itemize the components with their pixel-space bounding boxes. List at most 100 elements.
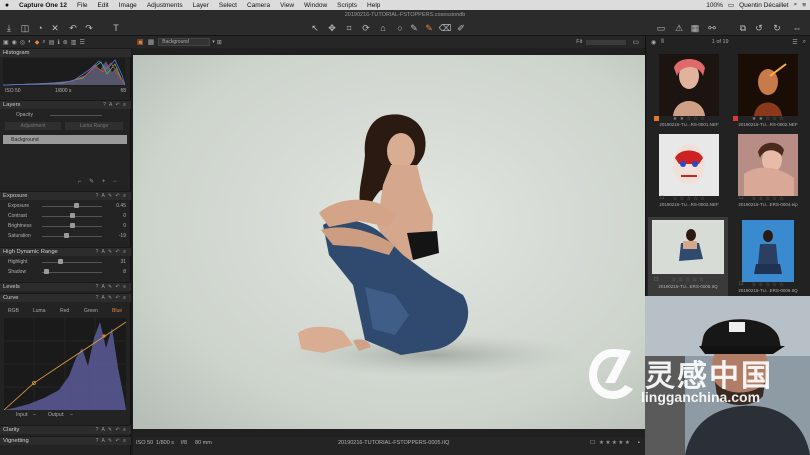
thumbnail-cell-selected[interactable]: ☐ ☆ ☆ ☆ ☆ ☆ 20190216-TU...ERS-0005.IIQ (648, 217, 728, 299)
undo-icon[interactable]: ↶ (68, 22, 78, 34)
rotate-left-icon[interactable]: ↺ (754, 22, 764, 34)
output-tab-icon[interactable]: ⊛ (63, 39, 68, 46)
layer-actions[interactable]: ⌐ ✎ + − (78, 178, 120, 185)
exposure-header[interactable]: Exposure ? A ✎ ↶ ≡ (0, 191, 131, 200)
brightness-value[interactable]: 0 (123, 223, 126, 229)
menu-window[interactable]: Window (299, 2, 332, 9)
highlight-track[interactable] (42, 261, 102, 263)
exposure-track[interactable] (42, 205, 102, 207)
reset-icon[interactable]: ✕ (50, 22, 60, 34)
history-icon[interactable]: ◔ (35, 22, 45, 34)
style-tab-icon[interactable]: ☰ (79, 39, 84, 46)
thumbnail-cell[interactable]: ★ ★ ☆ ☆ ☆ 20190216-TU...RS-0002.NEF (729, 48, 807, 128)
erase-tool-icon[interactable]: ⌫ (439, 22, 452, 34)
image-viewer[interactable] (133, 48, 645, 437)
curve-tab-red[interactable]: Red (60, 308, 69, 314)
menu-edit[interactable]: Edit (93, 2, 114, 9)
curve-graph[interactable] (4, 318, 126, 410)
main-photo[interactable] (133, 55, 645, 429)
thumbnail-cell[interactable]: ☐ ☆ ☆ ☆ ☆ ☆ 20190216-TU...ERS-0006.IIQ (729, 214, 807, 294)
single-view-icon[interactable]: ▣ (137, 38, 144, 46)
warning-icon[interactable]: ⚠ (674, 22, 684, 34)
brush-tool-icon[interactable]: ✎ (424, 22, 434, 34)
shadow-track[interactable] (42, 271, 102, 273)
shadow-value[interactable]: 8 (123, 269, 126, 275)
batch-tab-icon[interactable]: ▥ (71, 39, 77, 46)
browser-sort-icon[interactable]: ☰ (792, 39, 797, 46)
levels-tools[interactable]: ? A ✎ ↶ ≡ (96, 284, 131, 290)
capture-tab-icon[interactable]: ◉ (12, 39, 17, 46)
layer-background[interactable]: Background (3, 135, 127, 144)
status-checkbox[interactable]: ☐ (590, 440, 595, 446)
status-rating[interactable]: ★ ★ ★ ★ ★ (599, 440, 630, 446)
curve-tab-blue[interactable]: Blue (112, 308, 122, 314)
browser-search-icon[interactable]: ⌕ (803, 39, 806, 46)
menu-camera[interactable]: Camera (242, 2, 275, 9)
thumbnail-image[interactable] (742, 220, 794, 282)
thumbnail-rating[interactable]: ☆ ☆ ☆ ☆ ☆ (648, 277, 728, 283)
curve-tab-luma[interactable]: Luma (33, 308, 46, 314)
menu-adjustments[interactable]: Adjustments (142, 2, 188, 9)
screen-icon[interactable]: ▭ (656, 22, 666, 34)
spot-tool-icon[interactable]: ○ (395, 22, 405, 34)
opacity-track[interactable] (50, 114, 102, 116)
metadata-tab-icon[interactable]: ℹ (57, 39, 59, 46)
picker-tool-icon[interactable]: ✎ (409, 22, 419, 34)
layers-header[interactable]: Layers ? A ↶ ≡ (0, 100, 131, 109)
thumbnail-image[interactable] (738, 134, 798, 196)
local-tab-icon[interactable]: ▤ (49, 39, 55, 46)
compare-icon[interactable]: ⇔ (792, 22, 802, 34)
clarity-tools[interactable]: ? A ✎ ↶ ≡ (96, 427, 131, 433)
adjustment-layer-button[interactable]: Adjustment (5, 122, 61, 130)
rotate-right-icon[interactable]: ↻ (772, 22, 782, 34)
exposure-thumb[interactable] (74, 203, 80, 208)
user-name[interactable]: Quentin Décaillet (739, 2, 789, 9)
hdr-header[interactable]: High Dynamic Range ? A ✎ ↶ ≡ (0, 247, 131, 256)
highlight-thumb[interactable] (58, 259, 64, 264)
search-icon[interactable]: ⌕ (794, 1, 798, 9)
layers-tools[interactable]: ? A ↶ ≡ (103, 102, 131, 108)
saturation-value[interactable]: -19 (119, 233, 126, 239)
variant-add-icon[interactable]: ⊞ (217, 39, 222, 46)
luma-range-button[interactable]: Luma Range (65, 122, 123, 130)
menu-help[interactable]: Help (362, 2, 385, 9)
hdr-tools[interactable]: ? A ✎ ↶ ≡ (96, 249, 131, 255)
zoom-fit[interactable]: Fit (576, 39, 582, 45)
exposure-tab-icon[interactable]: ◆ (35, 39, 40, 46)
clarity-header[interactable]: Clarity ? A ✎ ↶ ≡ (0, 425, 131, 434)
menu-list-icon[interactable]: ≡ (802, 2, 806, 9)
curve-point-active[interactable] (102, 334, 106, 338)
browser-eye-icon[interactable]: ◉ (651, 39, 656, 46)
curve-header[interactable]: Curve ? A ✎ ↶ ≡ (0, 293, 131, 302)
text-tool-icon[interactable]: T (111, 22, 121, 34)
menu-file[interactable]: File (72, 2, 92, 9)
menu-view[interactable]: View (275, 2, 299, 9)
crop-tool-icon[interactable]: ⌗ (344, 22, 354, 34)
levels-header[interactable]: Levels ? A ✎ ↶ ≡ (0, 282, 131, 291)
thumbnail-cell[interactable]: ☐ ☆ ☆ ☆ ☆ ☆ 20190216-TU...ERS-0004.eip (729, 128, 807, 208)
thumbnail-cell[interactable]: ☐ ☆ ☆ ☆ ☆ ☆ 20190216-TU...RS-0003.NEF (650, 128, 728, 208)
vignetting-tools[interactable]: ? A ✎ ↶ ≡ (96, 438, 131, 444)
annotate-tool-icon[interactable]: ✐ (456, 22, 466, 34)
thumbnail-image[interactable] (659, 54, 719, 116)
thumbnail-image[interactable] (738, 54, 798, 116)
library-tab-icon[interactable]: ▣ (3, 39, 9, 46)
vignetting-header[interactable]: Vignetting ? A ✎ ↶ ≡ (0, 436, 131, 445)
rotate-tool-icon[interactable]: ⟳ (361, 22, 371, 34)
copy-icon[interactable]: ⧉ (738, 22, 748, 34)
exposure-tools[interactable]: ? A ✎ ↶ ≡ (96, 193, 131, 199)
shadow-thumb[interactable] (44, 269, 50, 274)
zoom-slider[interactable] (586, 39, 627, 45)
color-tab-icon[interactable]: ◐ (28, 39, 32, 45)
zoom-icon[interactable]: ▭ (632, 38, 639, 46)
grid-icon[interactable]: ▦ (690, 22, 700, 34)
apple-icon[interactable]: ● (0, 2, 14, 9)
keystone-tool-icon[interactable]: ⌂ (378, 22, 388, 34)
import-icon[interactable]: ⤓ (4, 22, 14, 34)
thumbnail-image[interactable] (659, 134, 719, 196)
exposure-value[interactable]: 0.45 (116, 203, 126, 209)
cursor-tool-icon[interactable]: ↖ (310, 22, 320, 34)
variant-select[interactable]: Background (158, 38, 211, 46)
curve-tab-green[interactable]: Green (84, 308, 98, 314)
lens-tab-icon[interactable]: ◎ (20, 39, 25, 46)
